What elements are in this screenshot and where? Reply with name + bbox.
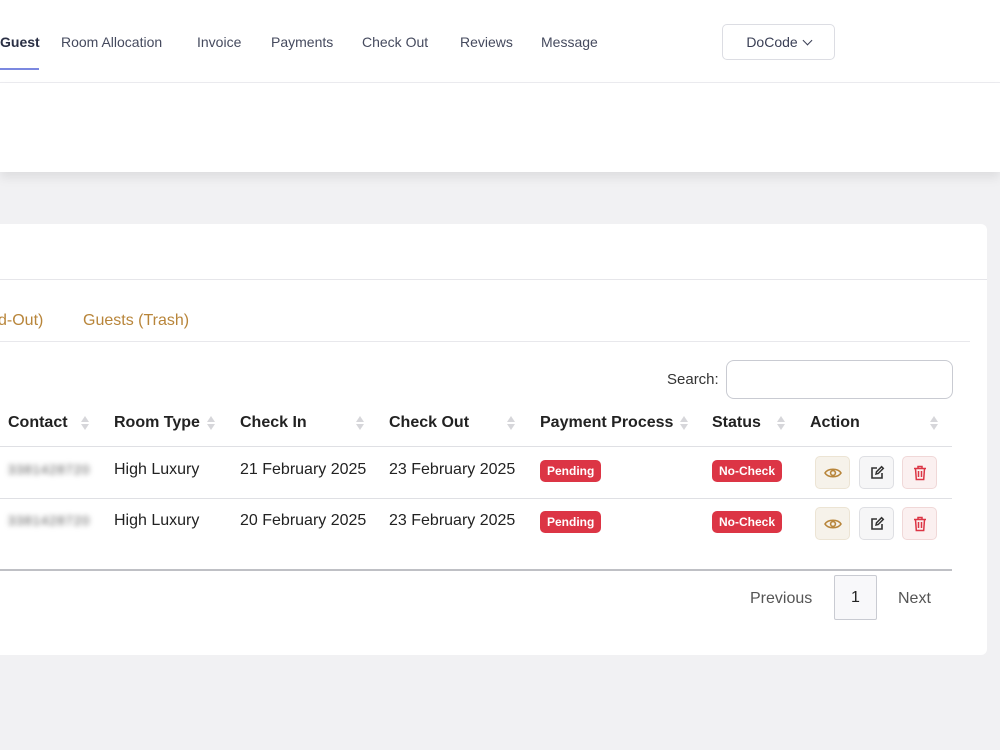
room-type-cell: High Luxury xyxy=(114,512,200,529)
sort-icon[interactable] xyxy=(777,415,785,431)
sort-icon[interactable] xyxy=(507,415,515,431)
check-status-badge: No-Check xyxy=(712,460,783,482)
nav-item-message[interactable]: Message xyxy=(541,34,598,50)
table-divider xyxy=(0,446,952,447)
view-button[interactable] xyxy=(815,456,850,489)
sort-icon[interactable] xyxy=(930,415,938,431)
check-out-cell: 23 February 2025 xyxy=(389,461,516,478)
room-type-cell: High Luxury xyxy=(114,461,200,478)
nav-item-check-out[interactable]: Check Out xyxy=(362,34,428,50)
guest-tabs: d-Out) Guests (Trash) xyxy=(0,312,970,342)
contact-number-blurred: 3381428720 xyxy=(8,513,91,528)
nav-item-room-allocation[interactable]: Room Allocation xyxy=(61,34,162,50)
check-in-cell: 21 February 2025 xyxy=(240,461,367,478)
sort-icon[interactable] xyxy=(207,415,215,431)
column-header-payment-process[interactable]: Payment Process xyxy=(540,414,673,432)
card-header xyxy=(0,224,987,280)
edit-icon xyxy=(870,465,884,479)
column-header-contact[interactable]: Contact xyxy=(8,414,68,432)
top-navbar: Guest Room Allocation Invoice Payments C… xyxy=(0,0,1000,83)
search-label: Search: xyxy=(667,371,719,388)
sort-icon[interactable] xyxy=(356,415,364,431)
company-dropdown-button[interactable]: DoCode xyxy=(722,24,835,60)
chevron-down-icon xyxy=(802,35,813,45)
pagination-next[interactable]: Next xyxy=(898,590,931,608)
sort-icon[interactable] xyxy=(81,415,89,431)
contact-number-blurred: 3381428720 xyxy=(8,462,91,477)
pagination-page-1[interactable]: 1 xyxy=(834,575,877,620)
nav-item-invoice[interactable]: Invoice xyxy=(197,34,241,50)
tab-guests-trash[interactable]: Guests (Trash) xyxy=(83,312,189,330)
trash-icon xyxy=(913,465,926,480)
trash-icon xyxy=(913,516,926,531)
company-name: DoCode xyxy=(746,34,798,50)
edit-button[interactable] xyxy=(859,507,894,540)
page-header-area xyxy=(0,83,1000,172)
view-button[interactable] xyxy=(815,507,850,540)
pagination-previous[interactable]: Previous xyxy=(750,590,812,608)
nav-item-reviews[interactable]: Reviews xyxy=(460,34,513,50)
search-input[interactable] xyxy=(726,360,953,399)
check-in-cell: 20 February 2025 xyxy=(240,512,367,529)
eye-icon xyxy=(823,467,842,478)
delete-button[interactable] xyxy=(902,456,937,489)
column-header-action[interactable]: Action xyxy=(810,414,860,432)
column-header-room-type[interactable]: Room Type xyxy=(114,414,200,432)
check-status-badge: No-Check xyxy=(712,511,783,533)
delete-button[interactable] xyxy=(902,507,937,540)
column-header-check-out[interactable]: Check Out xyxy=(389,414,469,432)
edit-icon xyxy=(870,516,884,530)
edit-button[interactable] xyxy=(859,456,894,489)
nav-item-payments[interactable]: Payments xyxy=(271,34,333,50)
table-bottom-border xyxy=(0,569,952,571)
payment-status-badge: Pending xyxy=(540,460,602,482)
table-divider xyxy=(0,498,952,499)
nav-active-underline xyxy=(0,68,39,70)
payment-status-badge: Pending xyxy=(540,511,602,533)
tab-checked-out[interactable]: d-Out) xyxy=(0,312,43,330)
check-out-cell: 23 February 2025 xyxy=(389,512,516,529)
guests-card: d-Out) Guests (Trash) Search: Contact Ro… xyxy=(0,224,987,655)
eye-icon xyxy=(823,518,842,529)
sort-icon[interactable] xyxy=(680,415,688,431)
column-header-status[interactable]: Status xyxy=(712,414,761,432)
nav-item-guest[interactable]: Guest xyxy=(0,34,40,50)
column-header-check-in[interactable]: Check In xyxy=(240,414,307,432)
